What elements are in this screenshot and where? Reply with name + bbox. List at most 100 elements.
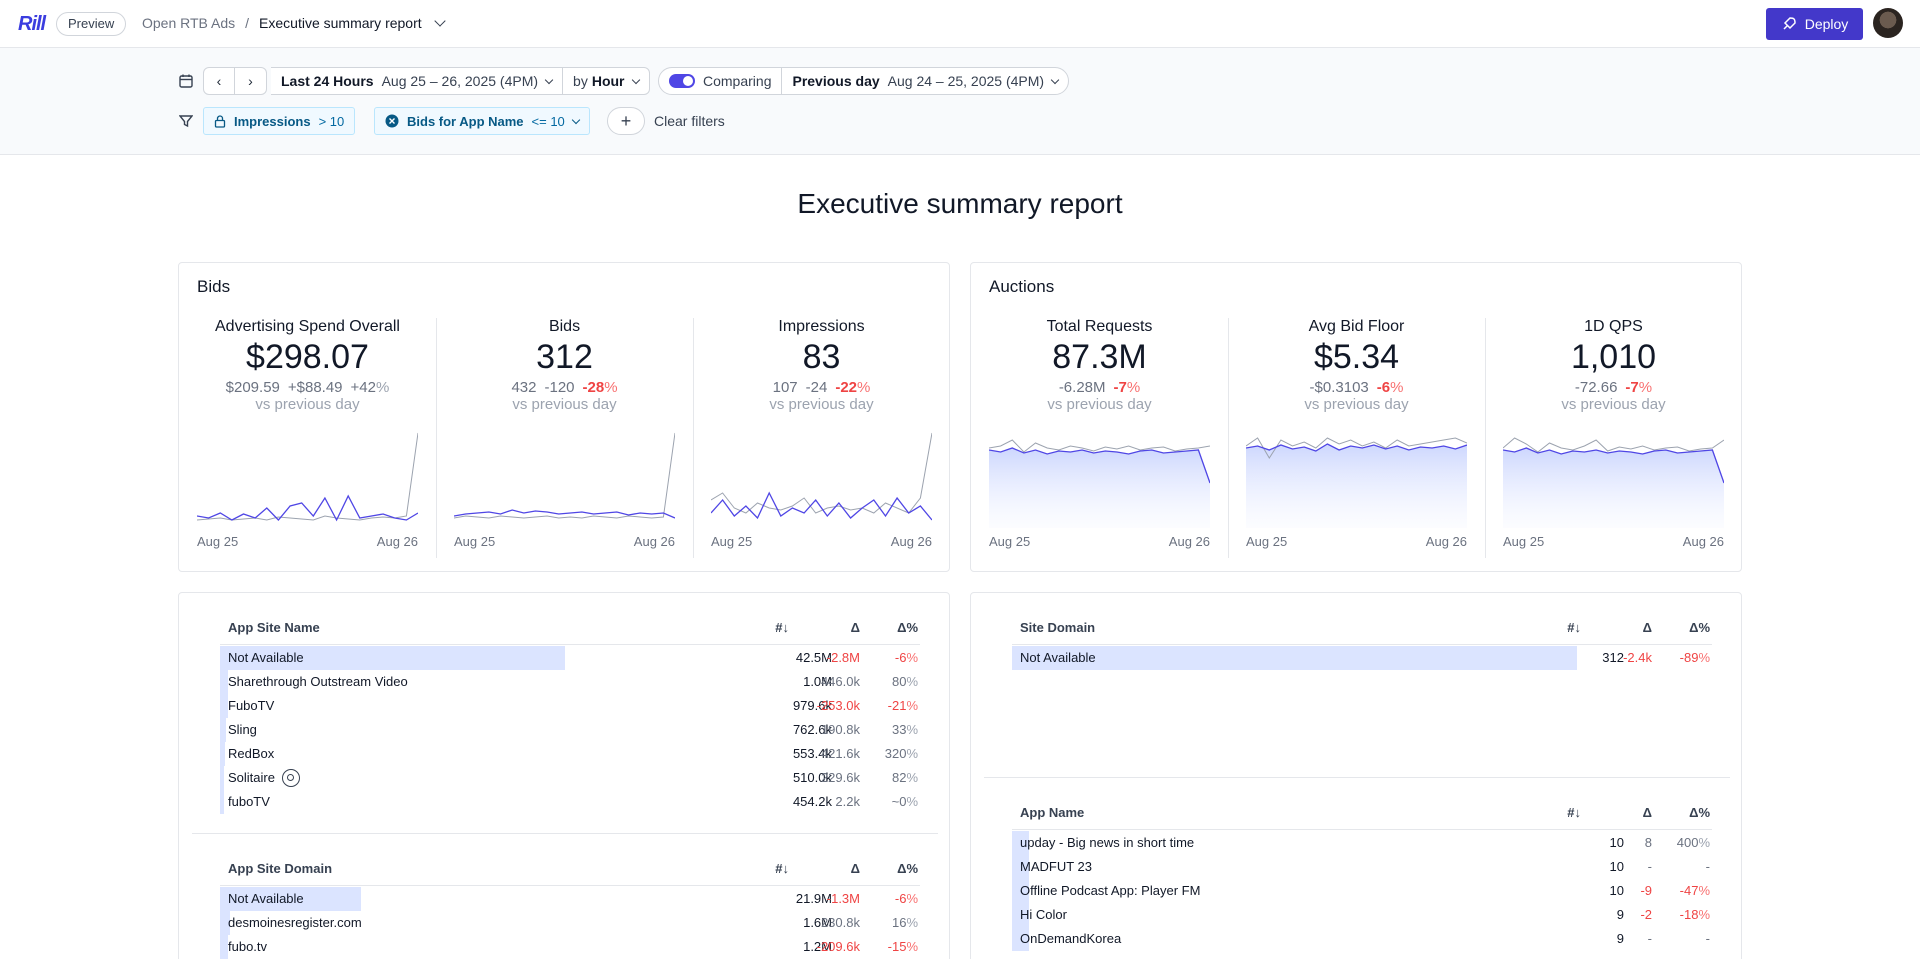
comparing-label: Comparing xyxy=(703,73,772,89)
table-row[interactable]: Not Available 21.9M -1.3M -6% xyxy=(220,887,920,911)
column-header-delta[interactable]: Δ xyxy=(1632,620,1652,640)
kpi-total-requests[interactable]: Total Requests 87.3M -6.28M -7% vs previous … xyxy=(989,318,1210,558)
column-header-sort[interactable]: #↓ xyxy=(759,620,789,640)
rill-logo[interactable]: Rill xyxy=(18,13,46,36)
kpi-vs-label: vs previous day xyxy=(1304,396,1409,413)
column-header-sort[interactable]: #↓ xyxy=(759,861,789,881)
kpi-delta: +$88.49 xyxy=(287,379,343,396)
calendar-icon xyxy=(176,71,196,91)
card-title: Auctions xyxy=(989,277,1055,296)
table-row[interactable]: MADFUT 23 10- - xyxy=(1012,855,1712,879)
preview-badge: Preview xyxy=(56,12,127,36)
percent-sign: % xyxy=(1698,835,1710,850)
kpi-value: 312 xyxy=(536,338,593,376)
row-delta-percent-value: -15 xyxy=(887,939,907,954)
row-delta: - xyxy=(1647,859,1652,874)
row-delta-percent: - xyxy=(1650,931,1710,946)
compare-period-button[interactable]: Previous day Aug 24 – 25, 2025 (4PM) xyxy=(781,68,1068,94)
sparkline-chart[interactable] xyxy=(711,428,932,528)
column-header-delta[interactable]: Δ xyxy=(1632,805,1652,825)
external-link-icon[interactable] xyxy=(282,769,300,787)
time-nav: ‹ › xyxy=(203,67,267,95)
kpi-1d-qps[interactable]: 1D QPS 1,010 -72.66 -7% vs previous day Aug 2… xyxy=(1503,318,1724,558)
column-header-delta-percent[interactable]: Δ% xyxy=(1680,805,1710,825)
user-avatar[interactable] xyxy=(1873,8,1903,38)
table-row[interactable]: OnDemandKorea 9- - xyxy=(1012,927,1712,951)
compare-value: Aug 24 – 25, 2025 (4PM) xyxy=(887,73,1045,89)
row-label: MADFUT 23 xyxy=(1020,859,1092,874)
kpi-impressions[interactable]: Impressions 83 107 -24 -22% vs previous day Au… xyxy=(711,318,932,558)
sparkline-chart[interactable] xyxy=(989,428,1210,528)
column-header-sort[interactable]: #↓ xyxy=(1551,620,1581,640)
chevron-down-icon xyxy=(1050,75,1060,84)
table-row[interactable]: Sharethrough Outstream Video 1.0M 446.0k 80… xyxy=(220,670,920,694)
kpi-delta: -6.28M xyxy=(1058,379,1106,396)
kpi-previous-value: $209.59 xyxy=(225,379,280,396)
clear-filters-button[interactable]: Clear filters xyxy=(654,113,725,129)
row-delta-percent-value: 33 xyxy=(891,722,907,737)
axis-label-end: Aug 26 xyxy=(890,534,932,549)
table-row[interactable]: FuboTV 979.6k -253.0k -21% xyxy=(220,694,920,718)
toggle-switch[interactable] xyxy=(669,74,695,88)
table-row[interactable]: RedBox 553.4k 421.6k 320% xyxy=(220,742,920,766)
column-header-delta[interactable]: Δ xyxy=(840,620,860,640)
time-range-button[interactable]: Last 24 Hours Aug 25 – 26, 2025 (4PM) xyxy=(271,68,562,94)
table-row[interactable]: desmoinesregister.com 1.6M 230.8k 16% xyxy=(220,911,920,935)
column-header-delta[interactable]: Δ xyxy=(840,861,860,881)
kpi-vs-label: vs previous day xyxy=(255,396,360,413)
kpi-vs-label: vs previous day xyxy=(1561,396,1666,413)
time-grain-button[interactable]: by Hour xyxy=(562,68,648,94)
column-header-delta-percent[interactable]: Δ% xyxy=(1680,620,1710,640)
rocket-icon xyxy=(1783,17,1796,30)
column-header-delta-percent[interactable]: Δ% xyxy=(888,620,918,640)
table-row[interactable]: upday - Big news in short time 10 8 400% xyxy=(1012,831,1712,855)
prev-period-button[interactable]: ‹ xyxy=(203,67,235,95)
row-delta: 421.6k xyxy=(820,746,860,761)
kpi-bids[interactable]: Bids 312 432 -120 -28% vs previous day Aug 25 A… xyxy=(454,318,675,558)
filter-pill-impressions[interactable]: Impressions > 10 xyxy=(203,107,356,135)
comparing-toggle[interactable]: Comparing xyxy=(659,68,781,94)
table-row[interactable]: Not Available 42.5M -2.8M -6% xyxy=(220,646,920,670)
kpi-name: Bids xyxy=(548,318,581,335)
column-header-sort[interactable]: #↓ xyxy=(1551,805,1581,825)
breadcrumb-project[interactable]: Open RTB Ads xyxy=(142,15,235,31)
filter-op: <= 10 xyxy=(531,113,565,129)
kpi-name: Avg Bid Floor xyxy=(1308,318,1405,335)
percent-sign: % xyxy=(1698,907,1710,922)
sparkline-chart[interactable] xyxy=(1246,428,1467,528)
table-row[interactable]: fuboTV 454.2k 2.2k ~0% xyxy=(220,790,920,814)
kpi-name: 1D QPS xyxy=(1584,318,1643,335)
deploy-button[interactable]: Deploy xyxy=(1766,8,1863,40)
deploy-label: Deploy xyxy=(1804,16,1849,32)
filter-bar: ‹ › Last 24 Hours Aug 25 – 26, 2025 (4PM… xyxy=(0,48,1920,155)
axis-label-start: Aug 25 xyxy=(1246,534,1288,549)
breadcrumb-page[interactable]: Executive summary report xyxy=(259,15,422,31)
row-delta-percent-value: 400 xyxy=(1676,835,1699,850)
sparkline-chart[interactable] xyxy=(454,428,675,528)
spark-line-current xyxy=(197,494,418,522)
axis-label-start: Aug 25 xyxy=(989,534,1031,549)
table-row[interactable]: Hi Color 9 -2 -18% xyxy=(1012,903,1712,927)
sparkline-chart[interactable] xyxy=(197,428,418,528)
column-header-dimension: App Site Name xyxy=(228,620,320,635)
filter-pill-bids-app-name[interactable]: Bids for App Name <= 10 xyxy=(374,107,590,135)
kpi-vs-label: vs previous day xyxy=(769,396,874,413)
sparkline-chart[interactable] xyxy=(1503,428,1724,528)
chevron-down-icon[interactable] xyxy=(433,15,446,27)
breadcrumb: Open RTB Ads / Executive summary report xyxy=(142,15,446,31)
table-row[interactable]: fubo.tv 1.2M -209.6k -15% xyxy=(220,935,920,959)
chevron-left-icon: ‹ xyxy=(216,73,222,89)
row-delta-percent-value: -89 xyxy=(1679,650,1699,665)
kpi-avg-bid-floor[interactable]: Avg Bid Floor $5.34 -$0.3103 -6% vs previous… xyxy=(1246,318,1467,558)
table-row[interactable]: Sling 762.6k 190.8k 33% xyxy=(220,718,920,742)
table-row[interactable]: Offline Podcast App: Player FM 10 -9 -47% xyxy=(1012,879,1712,903)
next-period-button[interactable]: › xyxy=(235,67,267,95)
column-header-delta-percent[interactable]: Δ% xyxy=(888,861,918,881)
kpi-delta: -$0.3103 xyxy=(1309,379,1369,396)
kpi-advertising-spend-overall[interactable]: Advertising Spend Overall $298.07 $209.59 +… xyxy=(197,318,418,558)
x-circle-icon[interactable] xyxy=(385,114,399,128)
table-row[interactable]: Not Available 312 -2.4k -89% xyxy=(1012,646,1712,670)
lock-icon xyxy=(214,114,226,128)
add-filter-button[interactable]: + xyxy=(607,107,645,135)
table-row[interactable]: Solitaire 510.0k 229.6k 82% xyxy=(220,766,920,790)
